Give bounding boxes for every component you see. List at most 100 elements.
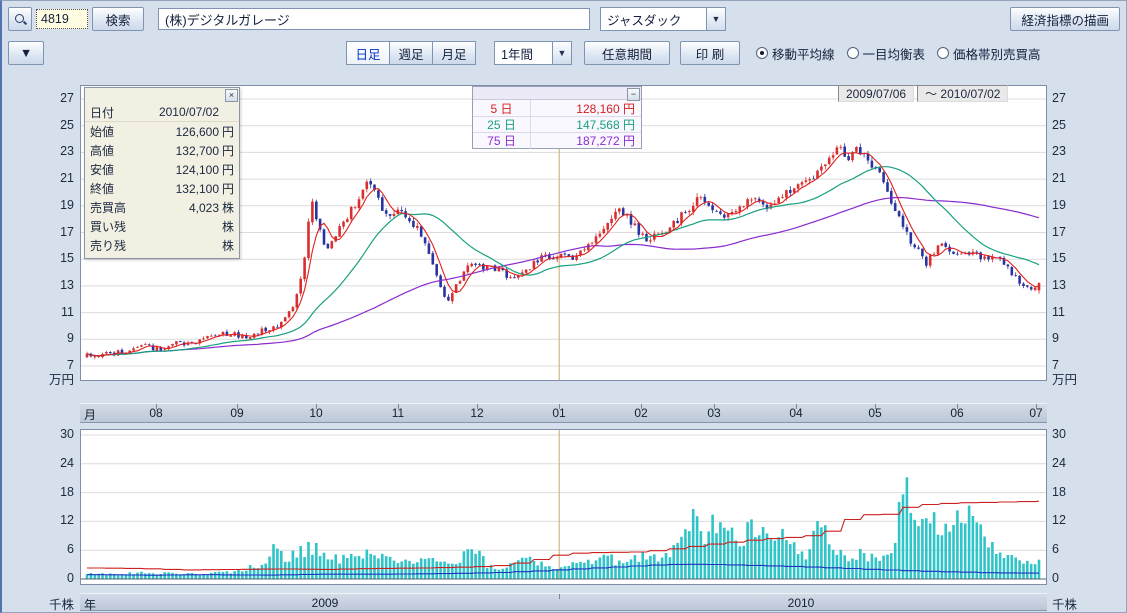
radio-label: 一目均衡表 — [863, 44, 926, 63]
period-select-value: 1年間 — [494, 41, 552, 65]
quote-row-volume: 売買高4,023株 — [85, 198, 239, 217]
tab-monthly[interactable]: 月足 — [432, 41, 476, 65]
axis-tick-label: 9 — [44, 331, 74, 345]
month-tick-label: 01 — [545, 406, 573, 420]
quote-label: 安値 — [90, 161, 146, 178]
stock-chart-app: 検索 ジャスダック ▼ 経済指標の描画 ▼ 日足 週足 月足 1年間 ▼ 任意期… — [0, 0, 1127, 613]
quote-value: 2010/07/02 — [146, 105, 219, 119]
market-dropdown-button[interactable]: ▼ — [706, 7, 726, 31]
date-range-to[interactable]: ～ 2010/07/02 — [917, 85, 1008, 102]
month-tick-label: 02 — [627, 406, 655, 420]
axis-tick-label: 17 — [44, 225, 74, 239]
axis-tick-label: 9 — [1052, 331, 1082, 345]
quote-unit: 円 — [219, 180, 234, 197]
left-dropdown-button[interactable]: ▼ — [8, 41, 44, 65]
search-icon — [14, 13, 27, 26]
stock-code-input[interactable] — [36, 9, 88, 29]
month-tick-label: 09 — [223, 406, 251, 420]
month-axis-label: 月 — [84, 406, 96, 423]
quote-row-open: 始値126,600円 — [85, 122, 239, 141]
quote-unit: 株 — [219, 199, 234, 216]
axis-tick-label: 18 — [1052, 485, 1082, 499]
quote-row-margin-buy: 買い残 株 — [85, 217, 239, 236]
search-button[interactable]: 検索 — [92, 7, 144, 31]
market-select: ジャスダック ▼ — [600, 7, 726, 31]
quote-label: 日付 — [90, 104, 146, 121]
custom-period-button[interactable]: 任意期間 — [584, 41, 670, 65]
toolbar-row-1: 検索 ジャスダック ▼ 経済指標の描画 — [8, 5, 1120, 33]
print-button[interactable]: 印 刷 — [680, 41, 740, 65]
ma-value: 187,272 円 — [531, 132, 641, 149]
radio-ichimoku[interactable]: 一目均衡表 — [847, 44, 926, 63]
symbol-search-icon-button[interactable] — [8, 7, 32, 31]
quote-label: 売買高 — [90, 199, 146, 216]
quote-unit: 円 — [219, 161, 234, 178]
close-icon[interactable]: × — [225, 89, 238, 102]
quote-label: 買い残 — [90, 218, 146, 235]
axis-tick-label: 21 — [44, 171, 74, 185]
quote-unit: 円 — [219, 123, 234, 140]
date-range-display: 2009/07/06 ～ 2010/07/02 — [838, 85, 1008, 102]
axis-tick-label: 千株 — [44, 594, 74, 613]
quote-value: 126,600 — [146, 125, 219, 139]
quote-value: 132,700 — [146, 144, 219, 158]
axis-tick-label: 万円 — [1052, 369, 1082, 388]
radio-volume-by-price[interactable]: 価格帯別売買高 — [937, 44, 1041, 63]
ma-value: 147,568 円 — [531, 116, 641, 133]
stock-name-input[interactable] — [158, 8, 590, 30]
quote-label: 終値 — [90, 180, 146, 197]
year-axis-strip: 年 20092010 — [80, 593, 1047, 611]
axis-tick-label: 23 — [44, 144, 74, 158]
axis-tick-label: 19 — [44, 198, 74, 212]
ma-legend-row-25d: 25 日147,568 円 — [473, 116, 641, 132]
axis-tick-label: 千株 — [1052, 594, 1082, 613]
month-tick-label: 12 — [463, 406, 491, 420]
month-tick-label: 05 — [861, 406, 889, 420]
radio-label: 価格帯別売買高 — [953, 44, 1041, 63]
axis-tick-label: 18 — [44, 485, 74, 499]
quote-unit: 株 — [219, 218, 234, 235]
axis-tick-label: 13 — [1052, 278, 1082, 292]
quote-row-low: 安値124,100円 — [85, 160, 239, 179]
quote-value: 132,100 — [146, 182, 219, 196]
axis-tick-label: 万円 — [44, 369, 74, 388]
quote-info-box: × 日付2010/07/02 始値126,600円 高値132,700円 安値1… — [84, 87, 240, 259]
axis-tick-label: 24 — [1052, 456, 1082, 470]
minimize-icon[interactable]: − — [627, 88, 640, 101]
month-tick-label: 06 — [943, 406, 971, 420]
economic-indicator-button[interactable]: 経済指標の描画 — [1010, 7, 1120, 31]
date-range-from[interactable]: 2009/07/06 — [838, 85, 914, 102]
year-tick-label: 2010 — [783, 596, 819, 610]
tab-weekly[interactable]: 週足 — [389, 41, 433, 65]
period-dropdown-button[interactable]: ▼ — [552, 41, 572, 65]
axis-tick-label: 15 — [44, 251, 74, 265]
chevron-down-icon: ▼ — [712, 14, 721, 24]
radio-icon — [937, 47, 949, 59]
axis-tick-label: 30 — [1052, 427, 1082, 441]
volume-chart[interactable] — [80, 429, 1047, 585]
quote-info-header: × — [85, 88, 239, 103]
tab-daily[interactable]: 日足 — [346, 41, 390, 65]
month-tick-label: 10 — [302, 406, 330, 420]
ma-legend-row-75d: 75 日187,272 円 — [473, 132, 641, 148]
quote-value: 124,100 — [146, 163, 219, 177]
chevron-down-icon: ▼ — [20, 46, 32, 60]
quote-label: 始値 — [90, 123, 146, 140]
axis-tick-label: 11 — [1052, 305, 1082, 319]
radio-moving-average[interactable]: 移動平均線 — [756, 44, 835, 63]
axis-tick-label: 13 — [44, 278, 74, 292]
month-tick-label: 03 — [700, 406, 728, 420]
ma-value: 128,160 円 — [531, 100, 641, 117]
ma-label: 25 日 — [473, 116, 531, 133]
axis-tick-label: 11 — [44, 305, 74, 319]
radio-icon — [847, 47, 859, 59]
date-range-to-value: 2010/07/02 — [940, 87, 1000, 101]
radio-label: 移動平均線 — [772, 44, 835, 63]
month-tick-label: 07 — [1022, 406, 1050, 420]
quote-unit: 株 — [219, 237, 234, 254]
month-axis-strip: 月 080910111201020304050607 — [80, 403, 1047, 423]
ma-legend-row-5d: 5 日128,160 円 — [473, 100, 641, 116]
quote-value: 4,023 — [146, 201, 219, 215]
ma-legend-header: − — [473, 87, 641, 100]
axis-tick-label: 25 — [1052, 118, 1082, 132]
